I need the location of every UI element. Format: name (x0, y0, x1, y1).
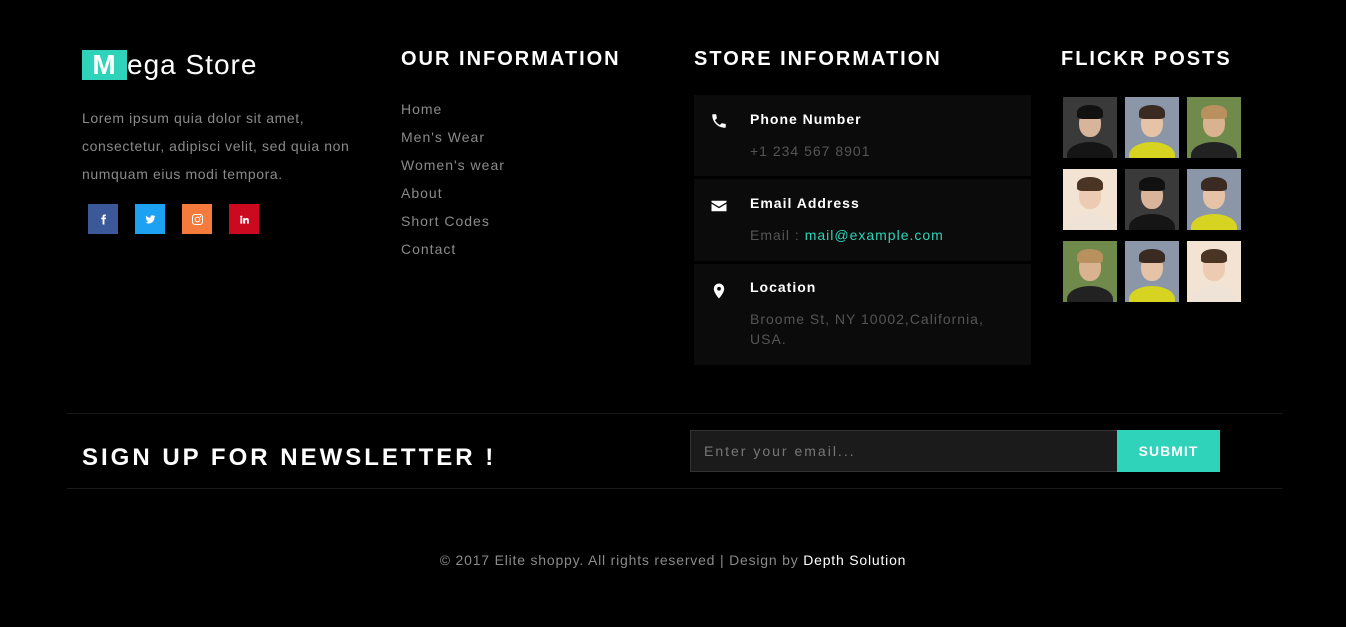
phone-title: Phone Number (750, 111, 862, 127)
flickr-photo[interactable] (1187, 97, 1241, 158)
email-value: Email : mail@example.com (750, 225, 944, 245)
phone-value: +1 234 567 8901 (750, 143, 871, 159)
flickr-photo[interactable] (1187, 241, 1241, 302)
location-title: Location (750, 279, 817, 295)
twitter-button[interactable] (135, 204, 165, 234)
our-information-heading: OUR INFORMATION (401, 48, 621, 71)
designer-link[interactable]: Depth Solution (803, 552, 906, 568)
flickr-photo[interactable] (1125, 169, 1179, 230)
linkedin-icon (239, 215, 249, 224)
heading-rest: INFORMATION (451, 48, 621, 70)
twitter-icon (144, 214, 156, 223)
phone-info-box: Phone Number +1 234 567 8901 (694, 95, 1031, 176)
linkedin-button[interactable] (229, 204, 259, 234)
logo-initial: M (82, 50, 127, 80)
heading-rest: INFORMATION (772, 48, 942, 70)
site-logo[interactable]: Mega Store (82, 50, 257, 82)
flickr-grid (1063, 97, 1241, 302)
submit-button[interactable]: SUBMIT (1117, 430, 1220, 472)
info-links: Home Men's Wear Women's wear About Short… (401, 97, 505, 265)
flickr-photo[interactable] (1125, 97, 1179, 158)
flickr-photo[interactable] (1125, 241, 1179, 302)
flickr-photo[interactable] (1187, 169, 1241, 230)
flickr-photo[interactable] (1063, 241, 1117, 302)
instagram-button[interactable] (182, 204, 212, 234)
link-womens-wear[interactable]: Women's wear (401, 153, 505, 181)
divider-top (67, 413, 1282, 414)
flickr-photo[interactable] (1063, 97, 1117, 158)
newsletter-email-input[interactable] (690, 430, 1118, 472)
email-prefix: Email : (750, 227, 805, 243)
link-contact[interactable]: Contact (401, 237, 505, 265)
email-title: Email Address (750, 195, 860, 211)
flickr-posts-heading: FLICKR POSTS (1061, 48, 1232, 71)
link-home[interactable]: Home (401, 97, 505, 125)
phone-icon (710, 112, 728, 130)
link-short-codes[interactable]: Short Codes (401, 209, 505, 237)
social-links (88, 204, 259, 234)
logo-text: ega Store (127, 49, 258, 80)
about-text: Lorem ipsum quia dolor sit amet, consect… (82, 110, 350, 182)
copyright-text: © 2017 Elite shoppy. All rights reserved… (439, 552, 804, 568)
link-about[interactable]: About (401, 181, 505, 209)
location-value: Broome St, NY 10002,California, USA. (750, 311, 984, 347)
link-mens-wear[interactable]: Men's Wear (401, 125, 505, 153)
heading-bold: STORE (694, 48, 773, 70)
copyright: © 2017 Elite shoppy. All rights reserved… (0, 552, 1346, 568)
flickr-photo[interactable] (1063, 169, 1117, 230)
envelope-icon (710, 197, 728, 215)
location-info-box: Location Broome St, NY 10002,California,… (694, 264, 1031, 365)
heading-bold: FLICKR (1061, 48, 1147, 70)
facebook-icon (100, 213, 106, 225)
email-link[interactable]: mail@example.com (805, 227, 944, 243)
email-info-box: Email Address Email : mail@example.com (694, 179, 1031, 261)
store-information-heading: STORE INFORMATION (694, 48, 942, 71)
heading-bold: OUR (401, 48, 452, 70)
facebook-button[interactable] (88, 204, 118, 234)
instagram-icon (191, 213, 203, 225)
heading-rest: POSTS (1146, 48, 1232, 70)
newsletter-title: SIGN UP FOR NEWSLETTER ! (82, 444, 497, 471)
map-pin-icon (710, 282, 728, 300)
divider-bottom (67, 488, 1282, 489)
